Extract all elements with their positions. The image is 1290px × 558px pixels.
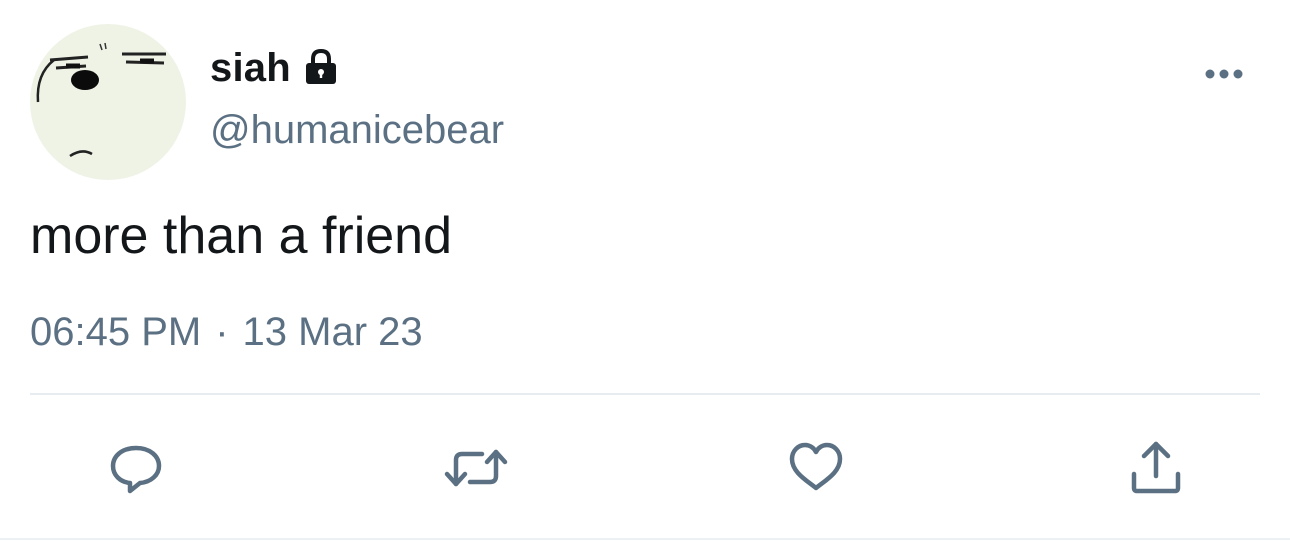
heart-icon <box>789 442 843 491</box>
tweet-text: more than a friend <box>30 207 453 265</box>
lock-icon <box>301 47 341 87</box>
tweet-date: 13 Mar 23 <box>242 310 423 354</box>
display-name[interactable]: siah <box>210 46 291 91</box>
meta-separator: · <box>215 310 229 354</box>
retweet-icon <box>444 449 508 487</box>
share-button[interactable] <box>1122 434 1190 502</box>
divider <box>30 393 1260 395</box>
share-icon <box>1131 441 1181 494</box>
tweet-card: siah @humanicebear more than a friend 06… <box>0 0 1290 558</box>
avatar[interactable] <box>30 24 186 180</box>
more-options-icon[interactable] <box>1198 56 1250 92</box>
reply-icon <box>110 445 162 494</box>
retweet-button[interactable] <box>442 434 510 502</box>
user-handle[interactable]: @humanicebear <box>210 108 504 153</box>
ice-bear-face-icon <box>36 42 166 158</box>
tweet-time: 06:45 PM <box>30 310 202 354</box>
name-row: siah <box>210 40 341 96</box>
tweet-timestamp[interactable]: 06:45 PM · 13 Mar 23 <box>30 310 423 355</box>
reply-button[interactable] <box>102 434 170 502</box>
like-button[interactable] <box>782 434 850 502</box>
bottom-border <box>0 538 1290 540</box>
